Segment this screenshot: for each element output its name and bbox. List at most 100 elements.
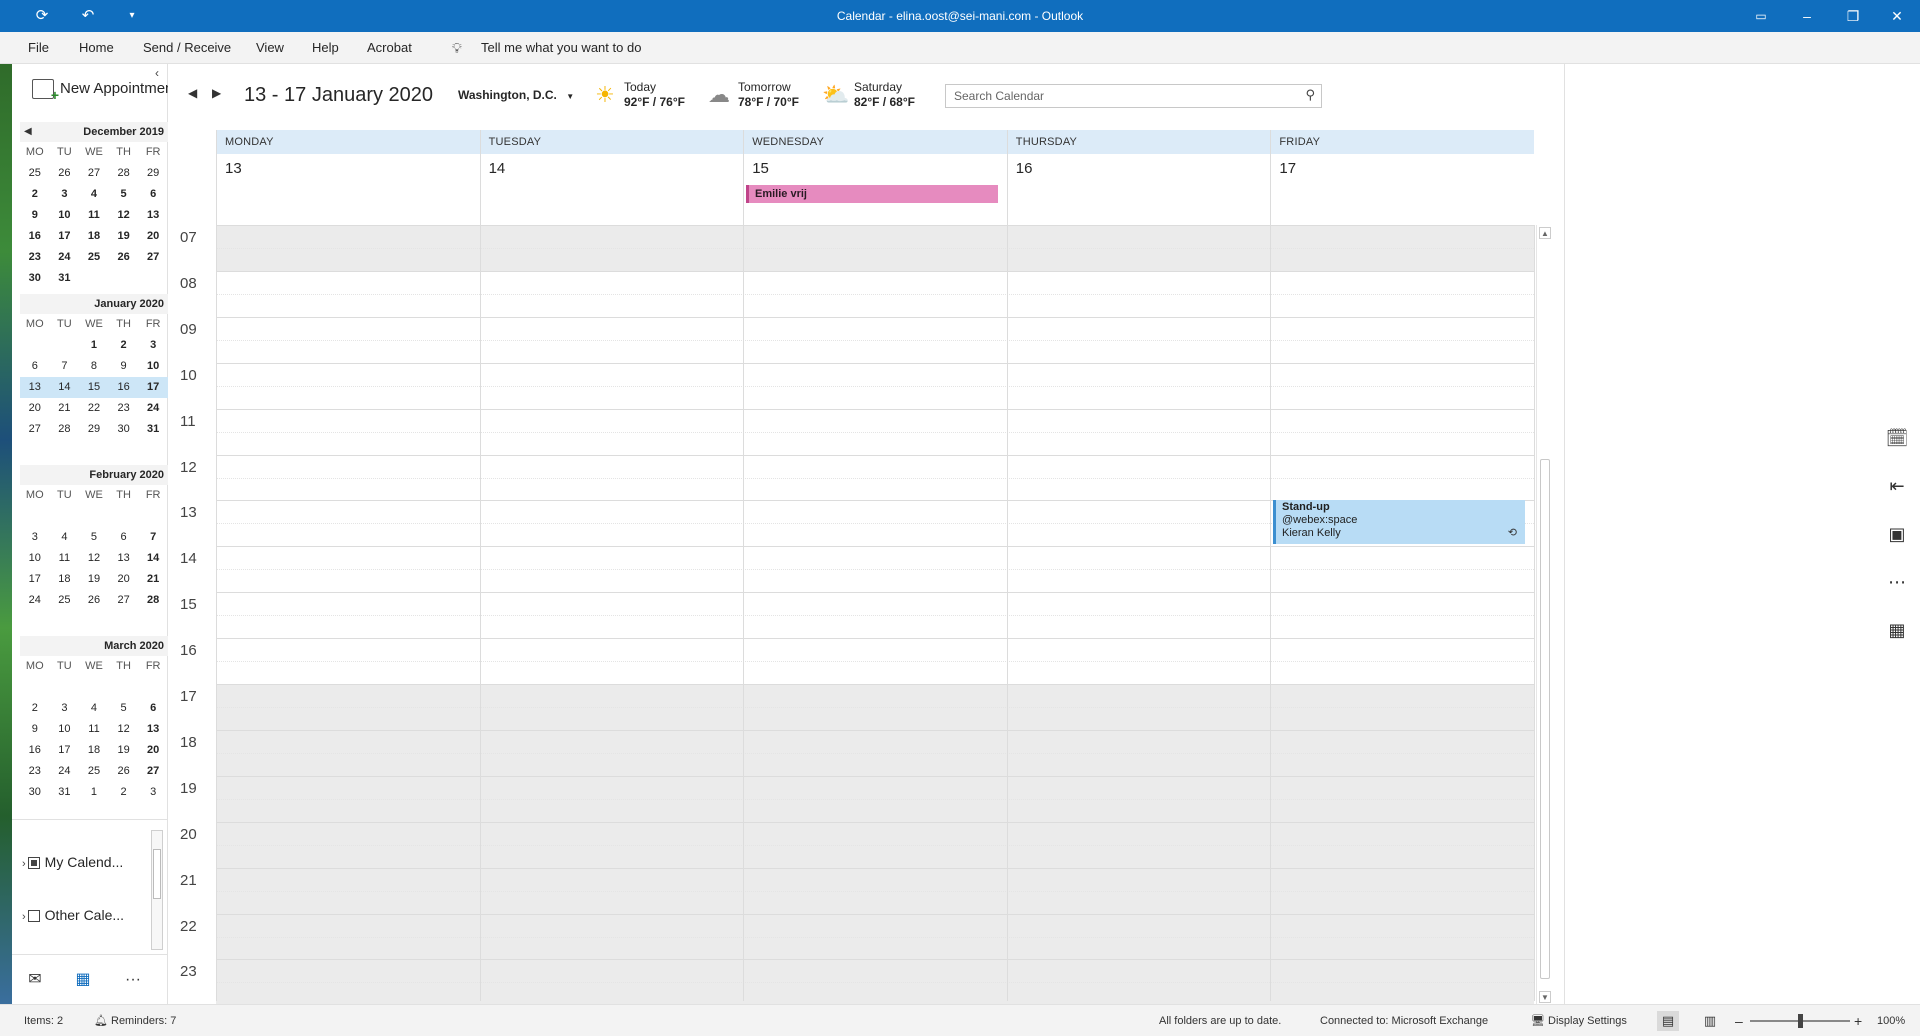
mini-day[interactable]: 9 xyxy=(20,205,50,226)
mini-day[interactable]: 31 xyxy=(50,782,80,803)
mini-day[interactable]: 6 xyxy=(109,527,139,548)
folder-checkbox[interactable] xyxy=(27,910,40,923)
expand-chevron-icon[interactable]: › xyxy=(22,858,26,870)
mini-day[interactable]: 1 xyxy=(79,335,109,356)
close-button[interactable]: ✕ xyxy=(1874,0,1920,32)
mini-day[interactable]: 3 xyxy=(138,335,168,356)
mini-day[interactable]: 28 xyxy=(50,419,80,440)
weather-today[interactable]: ☀ Today 92°F / 76°F xyxy=(592,80,702,114)
mini-day[interactable]: 6 xyxy=(138,184,168,205)
mini-day[interactable]: 16 xyxy=(109,377,139,398)
mini-day[interactable]: 4 xyxy=(50,527,80,548)
reading-view-icon[interactable]: ▥ xyxy=(1699,1011,1721,1031)
mini-day[interactable]: 29 xyxy=(79,419,109,440)
mini-day[interactable]: 15 xyxy=(79,377,109,398)
hour-slot[interactable] xyxy=(216,592,1534,638)
mini-day[interactable]: 6 xyxy=(138,698,168,719)
mini-day[interactable]: 11 xyxy=(79,719,109,740)
mini-day[interactable]: 19 xyxy=(109,226,139,247)
mini-day[interactable]: 3 xyxy=(50,184,80,205)
mini-day[interactable]: 30 xyxy=(20,268,50,289)
mini-day[interactable]: 5 xyxy=(109,698,139,719)
mini-day[interactable]: 31 xyxy=(50,268,80,289)
mini-day[interactable]: 26 xyxy=(50,163,80,184)
zoom-slider[interactable] xyxy=(1750,1014,1850,1028)
day-column-header[interactable]: MONDAY 13 xyxy=(216,130,480,225)
hour-slot[interactable] xyxy=(216,408,1534,455)
mini-day[interactable]: 4 xyxy=(79,184,109,205)
mini-day[interactable]: 27 xyxy=(20,419,50,440)
mini-day[interactable]: 26 xyxy=(109,247,139,268)
mini-day[interactable]: 30 xyxy=(20,782,50,803)
zoom-out-icon[interactable]: – xyxy=(1735,1005,1743,1036)
tell-me-search[interactable]: Tell me what you want to do xyxy=(481,32,641,64)
expand-chevron-icon[interactable]: › xyxy=(22,911,26,923)
restore-button[interactable]: ❐ xyxy=(1830,0,1876,32)
mini-day[interactable]: 14 xyxy=(50,377,80,398)
mini-day[interactable]: 13 xyxy=(20,377,50,398)
folder-checkbox[interactable] xyxy=(27,857,40,870)
hour-slot[interactable] xyxy=(216,454,1534,501)
mini-day[interactable]: 10 xyxy=(50,205,80,226)
mini-day[interactable]: 11 xyxy=(79,205,109,226)
mini-day[interactable]: 8 xyxy=(79,356,109,377)
mini-day[interactable]: 10 xyxy=(138,356,168,377)
mini-day[interactable]: 16 xyxy=(20,740,50,761)
mini-day[interactable]: 20 xyxy=(138,226,168,247)
mini-day[interactable]: 25 xyxy=(50,590,80,611)
previous-week-icon[interactable]: ◀ xyxy=(188,86,197,100)
search-calendar-box[interactable]: ⚲ xyxy=(945,84,1322,108)
weather-tomorrow[interactable]: ☁ Tomorrow 78°F / 70°F xyxy=(706,80,816,114)
hour-slot[interactable] xyxy=(216,362,1534,409)
mini-day[interactable]: 18 xyxy=(79,226,109,247)
mini-day[interactable]: 28 xyxy=(138,590,168,611)
folder-my-calendars[interactable]: › My Calend... xyxy=(22,850,123,874)
hour-slot[interactable] xyxy=(216,913,1534,960)
all-day-event[interactable]: Emilie vrij xyxy=(746,185,998,203)
mini-day[interactable]: 27 xyxy=(138,761,168,782)
mini-day[interactable]: 13 xyxy=(138,205,168,226)
day-column-header[interactable]: THURSDAY 16 xyxy=(1006,130,1271,225)
mini-day[interactable]: 14 xyxy=(138,548,168,569)
previous-month-icon[interactable]: ◀ xyxy=(24,122,32,142)
mini-day[interactable]: 2 xyxy=(109,335,139,356)
day-column-header[interactable]: WEDNESDAY 15 xyxy=(743,130,1007,225)
scroll-thumb[interactable] xyxy=(153,849,161,899)
hour-slot[interactable] xyxy=(216,821,1534,868)
mini-day[interactable]: 27 xyxy=(109,590,139,611)
mini-day[interactable]: 17 xyxy=(20,569,50,590)
calendar-icon[interactable]: ▦ xyxy=(68,967,98,993)
standup-event[interactable]: Stand-up @webex:space Kieran Kelly ⟲ xyxy=(1273,500,1525,544)
mini-day[interactable]: 5 xyxy=(109,184,139,205)
mini-day[interactable]: 7 xyxy=(138,527,168,548)
hour-slot[interactable] xyxy=(216,638,1534,684)
mini-day[interactable]: 16 xyxy=(20,226,50,247)
mini-day[interactable]: 29 xyxy=(138,163,168,184)
mini-day[interactable]: 20 xyxy=(138,740,168,761)
menu-view[interactable]: View xyxy=(256,32,284,64)
hour-slot[interactable] xyxy=(216,546,1534,592)
mini-day[interactable]: 24 xyxy=(138,398,168,419)
minimize-button[interactable]: – xyxy=(1784,0,1830,32)
mini-day[interactable]: 20 xyxy=(109,569,139,590)
day-column-header[interactable]: TUESDAY 14 xyxy=(479,130,744,225)
hour-slot[interactable] xyxy=(216,316,1534,363)
zoom-in-icon[interactable]: + xyxy=(1854,1005,1862,1036)
mini-day[interactable]: 28 xyxy=(109,163,139,184)
mini-day[interactable]: 10 xyxy=(20,548,50,569)
mini-day[interactable]: 24 xyxy=(50,247,80,268)
mail-icon[interactable]: ✉ xyxy=(20,967,50,993)
weather-location-dropdown[interactable]: Washington, D.C. ▼ xyxy=(458,88,574,102)
mini-day[interactable]: 27 xyxy=(79,163,109,184)
mini-day[interactable]: 26 xyxy=(109,761,139,782)
normal-view-icon[interactable]: ▤ xyxy=(1657,1011,1679,1031)
scroll-up-icon[interactable]: ▲ xyxy=(1539,227,1551,239)
mini-day[interactable]: 2 xyxy=(20,184,50,205)
mini-day[interactable]: 13 xyxy=(138,719,168,740)
mini-day[interactable]: 19 xyxy=(109,740,139,761)
mini-day[interactable]: 9 xyxy=(109,356,139,377)
mini-day[interactable]: 26 xyxy=(79,590,109,611)
scroll-down-icon[interactable]: ▼ xyxy=(1539,991,1551,1003)
mini-day[interactable]: 13 xyxy=(109,548,139,569)
menu-file[interactable]: File xyxy=(28,32,49,64)
